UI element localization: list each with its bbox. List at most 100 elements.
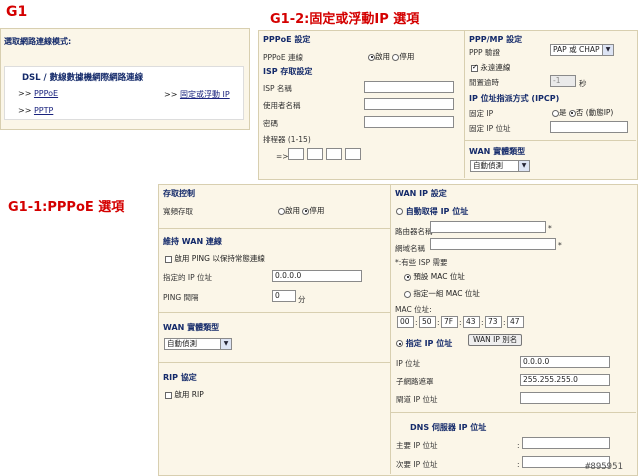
wan-type-select[interactable]: 自動偵測 ▼ [470,160,530,172]
fixed-ip-yes-radio[interactable] [552,109,559,117]
disable-label: 停用 [309,206,325,215]
broadband-access-radios: 啟用 停用 [278,205,324,216]
broadband-disable-radio[interactable] [302,207,310,215]
password-input[interactable] [364,116,454,128]
ping-keep-label: 啟用 PING 以保持常態連線 [174,254,265,263]
primary-dns-input[interactable] [522,437,610,449]
fixed-ip-addr-input[interactable] [550,121,628,133]
fixed-ip-no-radio[interactable] [568,109,576,117]
pptp-link[interactable]: PPTP [34,106,53,115]
broadband-enable-radio[interactable] [278,207,285,215]
pppmp-settings-heading: PPP/MP 設定 [469,35,523,44]
ping-interval-input[interactable]: 0 [272,290,296,302]
wan-ip-alias-button[interactable]: WAN IP 別名 [468,334,523,346]
schedule-input-1[interactable] [288,148,304,160]
ping-ip-input[interactable]: 0.0.0.0 [272,270,362,282]
wan-ip-settings-heading: WAN IP 設定 [395,189,447,198]
pptp-option[interactable]: >> PPTP [18,106,53,115]
ip-addr-label: IP 位址 [396,359,421,368]
pppoe-option[interactable]: >> PPPoE [18,89,58,98]
divider [390,184,391,474]
enable-rip-option: 啟用 RIP [165,389,204,400]
username-label: 使用者名稱 [263,101,301,110]
schedule-input-2[interactable] [307,148,323,160]
dns-heading: DNS 伺服器 IP 位址 [410,423,487,432]
gateway-label: 閘道 IP 位址 [396,395,438,404]
chevron-down-icon: ▼ [518,161,529,171]
idle-timeout-input[interactable]: -1 [550,75,576,87]
isp-name-input[interactable] [364,81,454,93]
domain-name-input[interactable] [430,238,556,250]
username-input[interactable] [364,98,454,110]
sorter-arrow: => [276,152,289,161]
mac-sep: : [459,318,462,327]
title-g1-2: G1-2:固定或浮動IP 選項 [270,12,420,27]
enable-rip-checkbox[interactable] [165,391,172,399]
colon: : [517,441,520,450]
pppoe-disable-radio[interactable] [392,53,400,61]
schedule-input-3[interactable] [326,148,342,160]
ip-assign-heading: IP 位址指派方式 (IPCP) [469,94,560,103]
password-label: 密碼 [263,119,278,128]
idle-unit: 秒 [579,79,587,88]
isp-note: *:有些 ISP 需要 [395,258,448,267]
ping-keep-checkbox[interactable] [165,255,172,263]
enable-rip-label: 啟用 RIP [174,390,204,399]
mac-octet-1[interactable]: 00 [397,316,414,328]
mac-sep: : [503,318,506,327]
default-mac-label: 預設 MAC 位址 [413,272,465,281]
divider [464,30,465,178]
specify-ip-option: 指定 IP 位址 [396,338,452,349]
always-on-option: 永遠連線 [471,62,510,73]
watermark: #895951 [585,462,623,472]
wan-type-value: 自動偵測 [167,339,197,348]
mac-sep: : [415,318,418,327]
mac-octet-4[interactable]: 43 [463,316,480,328]
wan-type-select[interactable]: 自動偵測 ▼ [164,338,232,350]
always-on-checkbox[interactable] [471,63,478,72]
default-mac-radio[interactable] [404,273,411,281]
auto-ip-radio[interactable] [396,208,403,215]
ip-addr-input[interactable]: 0.0.0.0 [520,356,610,368]
pppoe-enable-radio[interactable] [368,53,375,61]
required-star: * [548,224,552,233]
wan-type-value: 自動偵測 [473,161,503,170]
static-ip-link[interactable]: 固定或浮動 IP [180,90,230,99]
divider [158,312,390,313]
specify-mac-label: 指定一組 MAC 位址 [413,289,480,298]
sorter-label: 排程器 (1-15) [263,135,311,144]
mac-octet-6[interactable]: 47 [507,316,524,328]
mac-octet-3[interactable]: 7F [441,316,458,328]
ping-ip-label: 指定的 IP 位址 [163,273,213,282]
auto-ip-label: 自動取得 IP 位址 [405,207,469,216]
ppp-auth-value: PAP 或 CHAP [553,45,600,54]
wan-type-heading: WAN 實體類型 [469,147,526,156]
subnet-input[interactable]: 255.255.255.0 [520,374,610,386]
gateway-input[interactable] [520,392,610,404]
isp-name-label: ISP 名稱 [263,84,292,93]
ppp-auth-select[interactable]: PAP 或 CHAP ▼ [550,44,614,56]
static-option[interactable]: >> 固定或浮動 IP [164,89,230,100]
title-g1: G1 [6,4,28,20]
fixed-ip-addr-label: 固定 IP 位址 [469,124,511,133]
chevron-down-icon: ▼ [220,339,231,349]
mac-octet-5[interactable]: 73 [485,316,502,328]
divider [158,228,390,229]
domain-name-label: 網域名稱 [395,244,425,253]
always-on-label: 永遠連線 [480,63,511,72]
specify-mac-radio[interactable] [404,290,411,298]
dsl-item: DSL / 數線數據機網際網路連線 [22,73,144,83]
fixed-ip-label: 固定 IP [469,109,494,118]
bullet: >> [18,106,32,115]
pppoe-link[interactable]: PPPoE [34,89,58,98]
schedule-input-4[interactable] [345,148,361,160]
mac-octet-2[interactable]: 50 [419,316,436,328]
required-star: * [558,241,562,250]
specify-ip-radio[interactable] [396,340,403,347]
specify-ip-label: 指定 IP 位址 [405,339,453,348]
ppp-auth-label: PPP 驗證 [469,48,500,57]
enable-label: 啟用 [375,52,390,61]
minute-unit: 分 [298,295,306,304]
router-name-input[interactable] [430,221,546,233]
mode-heading: 選取網路連線模式: [4,37,72,46]
